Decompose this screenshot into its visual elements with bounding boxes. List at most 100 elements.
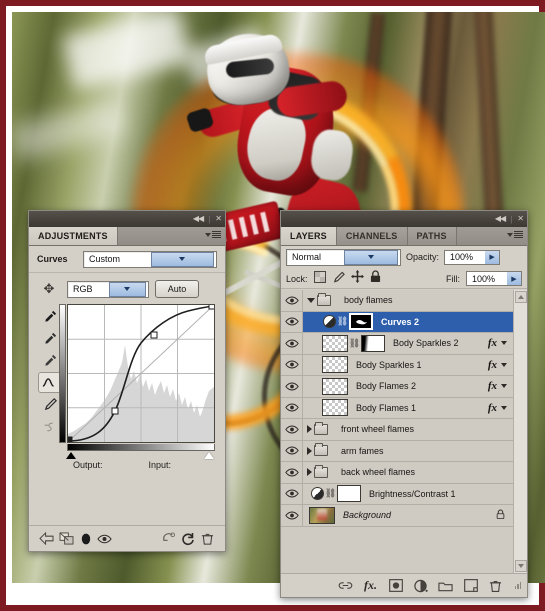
chevron-down-icon[interactable] — [108, 281, 146, 297]
chevron-down-icon[interactable] — [307, 297, 315, 303]
panel-menu-icon[interactable] — [205, 231, 221, 238]
lock-all-icon[interactable] — [370, 269, 381, 288]
collapse-icon[interactable]: ◀◀ — [193, 215, 204, 223]
chevron-right-icon[interactable] — [307, 425, 312, 434]
clip-to-layer-button[interactable] — [56, 529, 75, 549]
chevron-down-icon[interactable] — [501, 341, 507, 346]
tab-adjustments[interactable]: ADJUSTMENTS — [29, 227, 118, 245]
curve-graph[interactable] — [65, 302, 216, 444]
return-to-adjustment-list-button[interactable] — [37, 529, 56, 549]
chevron-right-icon[interactable] — [307, 446, 312, 455]
layer-thumbnail[interactable] — [322, 377, 348, 395]
white-input-slider[interactable] — [204, 452, 214, 459]
new-fill-adjustment-layer-button[interactable] — [413, 578, 429, 594]
layer-list-scrollbar[interactable] — [513, 290, 527, 573]
toggle-layer-visibility-button[interactable] — [95, 529, 114, 549]
layer-name: back wheel flames — [341, 467, 416, 478]
close-icon[interactable]: ✕ — [517, 215, 524, 223]
black-input-slider[interactable] — [66, 452, 76, 459]
new-group-button[interactable] — [438, 578, 454, 594]
chevron-down-icon[interactable] — [501, 405, 507, 410]
table-row[interactable]: Body Sparkles 1 fx — [281, 354, 513, 376]
adjustments-panel[interactable]: ◀◀ | ✕ ADJUSTMENTS Curves Custom ✥ RGB A… — [28, 210, 226, 552]
visibility-toggle[interactable] — [281, 462, 303, 483]
panel-menu-icon[interactable] — [507, 231, 523, 238]
lock-transparent-pixels-icon[interactable] — [313, 270, 326, 288]
chevron-down-icon[interactable] — [150, 251, 214, 267]
table-row[interactable]: ⛓ Curves 2 — [281, 311, 513, 333]
visibility-toggle[interactable] — [281, 505, 303, 526]
layer-thumbnail[interactable] — [309, 506, 335, 524]
chevron-down-icon[interactable] — [501, 384, 507, 389]
table-row[interactable]: ⛓ Brightness/Contrast 1 — [281, 483, 513, 505]
visibility-toggle[interactable] — [281, 311, 303, 332]
delete-layer-button[interactable] — [488, 578, 504, 594]
layer-thumbnail[interactable] — [322, 356, 348, 374]
table-row[interactable]: arm fames — [281, 440, 513, 462]
layer-effects-icon[interactable]: fx — [488, 337, 497, 349]
layer-effects-icon[interactable]: fx — [488, 380, 497, 392]
fill-slider-arrow[interactable]: ▶ — [507, 272, 521, 285]
reset-adjustment-button[interactable] — [178, 529, 197, 549]
blend-mode-select[interactable]: Normal — [286, 248, 401, 266]
lock-image-pixels-icon[interactable] — [332, 270, 345, 288]
visibility-toggle[interactable] — [281, 354, 303, 375]
adjustments-titlebar[interactable]: ◀◀ | ✕ — [29, 211, 225, 227]
add-layer-style-button[interactable]: fx. — [363, 578, 379, 594]
table-row[interactable]: Body Flames 2 fx — [281, 376, 513, 398]
tab-channels[interactable]: CHANNELS — [336, 227, 408, 245]
output-label: Output: — [73, 460, 103, 470]
table-row[interactable]: back wheel flames — [281, 462, 513, 484]
tab-layers[interactable]: LAYERS — [281, 227, 337, 245]
lock-position-icon[interactable] — [350, 269, 364, 288]
visibility-toggle[interactable] — [281, 440, 303, 461]
layer-name: Body Flames 2 — [356, 381, 417, 392]
layer-thumbnail[interactable] — [322, 334, 348, 352]
layer-list[interactable]: body flames ⛓ Curves 2 ⛓ Body Sparkles 2… — [281, 290, 527, 573]
table-row[interactable]: body flames — [281, 290, 513, 312]
preview-toggle-button[interactable] — [76, 529, 95, 549]
visibility-toggle[interactable] — [281, 333, 303, 354]
layers-panel[interactable]: ◀◀ | ✕ LAYERS CHANNELS PATHS Normal Opac… — [280, 210, 528, 598]
chevron-down-icon[interactable] — [501, 362, 507, 367]
link-icon[interactable]: ⛓ — [337, 316, 348, 328]
table-row[interactable]: Background — [281, 505, 513, 527]
resize-grip[interactable] — [514, 582, 521, 589]
chevron-down-icon[interactable] — [344, 249, 398, 265]
chevron-right-icon[interactable] — [307, 468, 312, 477]
link-icon[interactable]: ⛓ — [325, 488, 336, 500]
auto-button[interactable]: Auto — [155, 280, 199, 298]
table-row[interactable]: front wheel flames — [281, 419, 513, 441]
scroll-up-arrow[interactable] — [514, 291, 527, 303]
layer-effects-icon[interactable]: fx — [488, 402, 497, 414]
preset-select[interactable]: Custom — [83, 250, 217, 268]
delete-adjustment-layer-button[interactable] — [198, 529, 217, 549]
close-icon[interactable]: ✕ — [215, 215, 222, 223]
visibility-toggle[interactable] — [281, 483, 303, 504]
link-icon[interactable]: ⛓ — [349, 337, 360, 349]
link-layers-button[interactable] — [338, 578, 354, 594]
visibility-toggle[interactable] — [281, 376, 303, 397]
layer-effects-icon[interactable]: fx — [488, 359, 497, 371]
fill-field[interactable]: 100% ▶ — [466, 271, 522, 286]
layer-mask-thumbnail[interactable] — [361, 334, 385, 352]
scroll-down-arrow[interactable] — [514, 560, 527, 572]
visibility-toggle[interactable] — [281, 397, 303, 418]
view-previous-state-button[interactable] — [159, 529, 178, 549]
visibility-toggle[interactable] — [281, 290, 303, 311]
tab-paths[interactable]: PATHS — [407, 227, 457, 245]
table-row[interactable]: Body Flames 1 fx — [281, 397, 513, 419]
layer-mask-thumbnail[interactable] — [349, 313, 373, 331]
channel-select[interactable]: RGB — [67, 280, 149, 298]
opacity-slider-arrow[interactable]: ▶ — [485, 250, 500, 264]
add-layer-mask-button[interactable] — [388, 578, 404, 594]
layers-titlebar[interactable]: ◀◀ | ✕ — [281, 211, 527, 227]
new-layer-button[interactable] — [463, 578, 479, 594]
layer-mask-thumbnail[interactable] — [337, 485, 361, 503]
curve-target-adjust-icon[interactable]: ✥ — [37, 281, 61, 297]
collapse-icon[interactable]: ◀◀ — [495, 215, 506, 223]
layer-thumbnail[interactable] — [322, 399, 348, 417]
visibility-toggle[interactable] — [281, 419, 303, 440]
table-row[interactable]: ⛓ Body Sparkles 2 fx — [281, 333, 513, 355]
opacity-field[interactable]: 100% ▶ — [444, 249, 501, 265]
